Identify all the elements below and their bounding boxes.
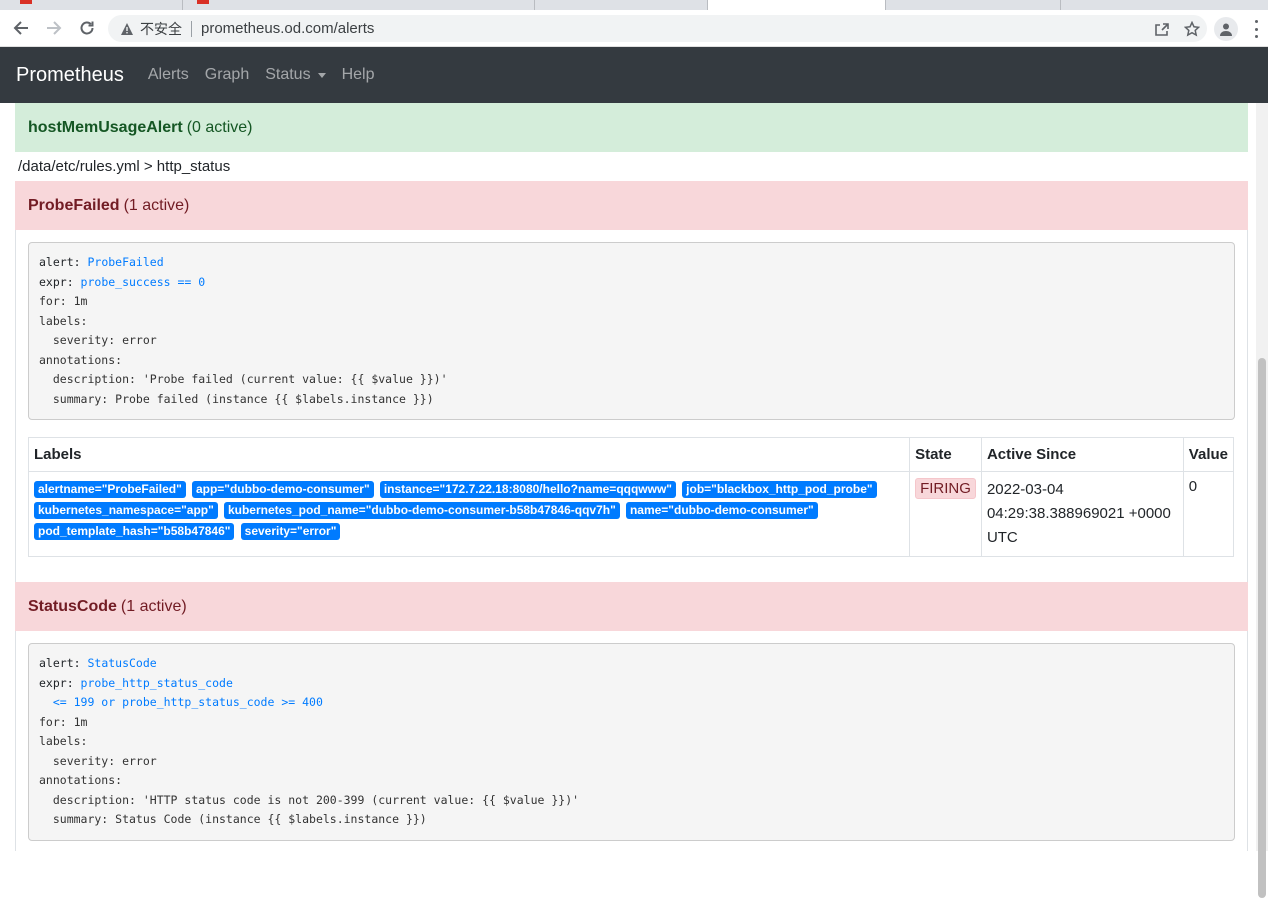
- share-button[interactable]: [1147, 21, 1177, 37]
- nav-status-label: Status: [265, 66, 311, 83]
- rule-alert-name[interactable]: ProbeFailed: [87, 255, 163, 269]
- rule-name: StatusCode: [28, 597, 117, 615]
- nav-alerts[interactable]: Alerts: [148, 66, 189, 84]
- rule-expr-link[interactable]: probe_http_status_code <= 199 or probe_h…: [39, 676, 323, 710]
- page-scrollbar[interactable]: [1256, 103, 1268, 898]
- scrollbar-thumb[interactable]: [1258, 358, 1266, 898]
- label-badge: kubernetes_namespace="app": [34, 502, 218, 519]
- alerts-content: hostMemUsageAlert (0 active) /data/etc/r…: [0, 103, 1268, 851]
- label-badge: name="dubbo-demo-consumer": [625, 502, 818, 519]
- label-badge: app="dubbo-demo-consumer": [191, 481, 374, 498]
- column-header-value: Value: [1182, 437, 1235, 472]
- profile-button[interactable]: [1214, 17, 1238, 41]
- label-badge: job="blackbox_http_pod_probe": [682, 481, 877, 498]
- url-text[interactable]: prometheus.od.com/alerts: [201, 20, 374, 37]
- prometheus-navbar: Prometheus Alerts Graph Status Help: [0, 47, 1268, 103]
- alert-rule-body: alert: ProbeFailed expr: probe_success =…: [15, 230, 1248, 582]
- browser-tab-active[interactable]: [708, 0, 886, 10]
- rule-alert-name[interactable]: StatusCode: [87, 656, 156, 670]
- nav-graph[interactable]: Graph: [205, 66, 249, 84]
- browser-tab[interactable]: [535, 0, 708, 10]
- rule-name: hostMemUsageAlert: [28, 118, 183, 136]
- bookmark-button[interactable]: [1177, 20, 1207, 37]
- arrow-right-icon: [47, 21, 62, 35]
- rule-definition-rest: for: 1m labels: severity: error annotati…: [39, 294, 448, 406]
- forward-button[interactable]: [43, 17, 65, 39]
- arrow-left-icon: [13, 21, 28, 35]
- value-cell: 0: [1182, 471, 1235, 557]
- back-button[interactable]: [10, 17, 32, 39]
- column-header-labels: Labels: [27, 437, 911, 472]
- tab-favicon-icon: [197, 0, 209, 4]
- label-badge: kubernetes_pod_name="dubbo-demo-consumer…: [223, 502, 620, 519]
- state-badge: FIRING: [915, 478, 976, 499]
- rule-definition-rest: for: 1m labels: severity: error annotati…: [39, 714, 580, 827]
- brand-link[interactable]: Prometheus: [16, 64, 124, 87]
- star-icon: [1184, 20, 1200, 36]
- warning-icon: [121, 22, 133, 35]
- browser-menu-button[interactable]: [1252, 20, 1260, 38]
- reload-icon: [80, 21, 94, 35]
- rule-name: ProbeFailed: [28, 196, 120, 214]
- label-badge: alertname="ProbeFailed": [34, 481, 186, 498]
- browser-tabstrip: [0, 0, 1268, 10]
- insecure-label: 不安全: [140, 20, 182, 37]
- browser-toolbar: 不安全 prometheus.od.com/alerts: [0, 10, 1268, 47]
- alert-rule-header[interactable]: hostMemUsageAlert (0 active): [15, 103, 1248, 152]
- rule-expr-link[interactable]: probe_success == 0: [81, 275, 206, 289]
- browser-tab[interactable]: [183, 0, 535, 10]
- alert-rule-header[interactable]: ProbeFailed (1 active): [15, 181, 1248, 230]
- rule-active-count: (1 active): [123, 196, 190, 214]
- label-badge: pod_template_hash="b58b47846": [34, 523, 235, 540]
- browser-tab[interactable]: [0, 0, 183, 10]
- omnibox-divider: [191, 20, 192, 37]
- address-bar[interactable]: 不安全 prometheus.od.com/alerts: [108, 15, 1207, 42]
- column-header-active-since: Active Since: [980, 437, 1184, 472]
- table-row: alertname="ProbeFailed" app="dubbo-demo-…: [27, 471, 1235, 557]
- share-icon: [1155, 22, 1169, 36]
- nav-status[interactable]: Status: [265, 66, 326, 84]
- reload-button[interactable]: [76, 17, 98, 39]
- active-alerts-table: Labels State Active Since Value alertnam…: [27, 437, 1235, 557]
- labels-cell: alertname="ProbeFailed" app="dubbo-demo-…: [27, 471, 911, 557]
- alert-rule-header[interactable]: StatusCode (1 active): [15, 582, 1248, 631]
- tab-favicon-icon: [20, 0, 32, 4]
- nav-help[interactable]: Help: [342, 66, 375, 84]
- label-badge: instance="172.7.22.18:8080/hello?name=qq…: [379, 481, 676, 498]
- rule-file-path: /data/etc/rules.yml > http_status: [18, 158, 231, 175]
- caret-down-icon: [317, 72, 326, 78]
- avatar-icon: [1220, 23, 1232, 36]
- column-header-state: State: [909, 437, 982, 472]
- rule-definition: alert: StatusCode expr: probe_http_statu…: [28, 643, 1235, 841]
- omnibox-actions: [1147, 15, 1207, 42]
- rule-definition: alert: ProbeFailed expr: probe_success =…: [28, 242, 1235, 420]
- rule-active-count: (0 active): [186, 118, 253, 136]
- rule-active-count: (1 active): [120, 597, 187, 615]
- label-badge: severity="error": [240, 523, 341, 540]
- browser-tab[interactable]: [886, 0, 1061, 10]
- state-cell: FIRING: [909, 471, 982, 557]
- alert-rule-body: alert: StatusCode expr: probe_http_statu…: [15, 631, 1248, 851]
- alert-groups: hostMemUsageAlert (0 active) /data/etc/r…: [15, 103, 1248, 851]
- active-since-cell: 2022-03-04 04:29:38.388969021 +0000 UTC: [980, 471, 1184, 557]
